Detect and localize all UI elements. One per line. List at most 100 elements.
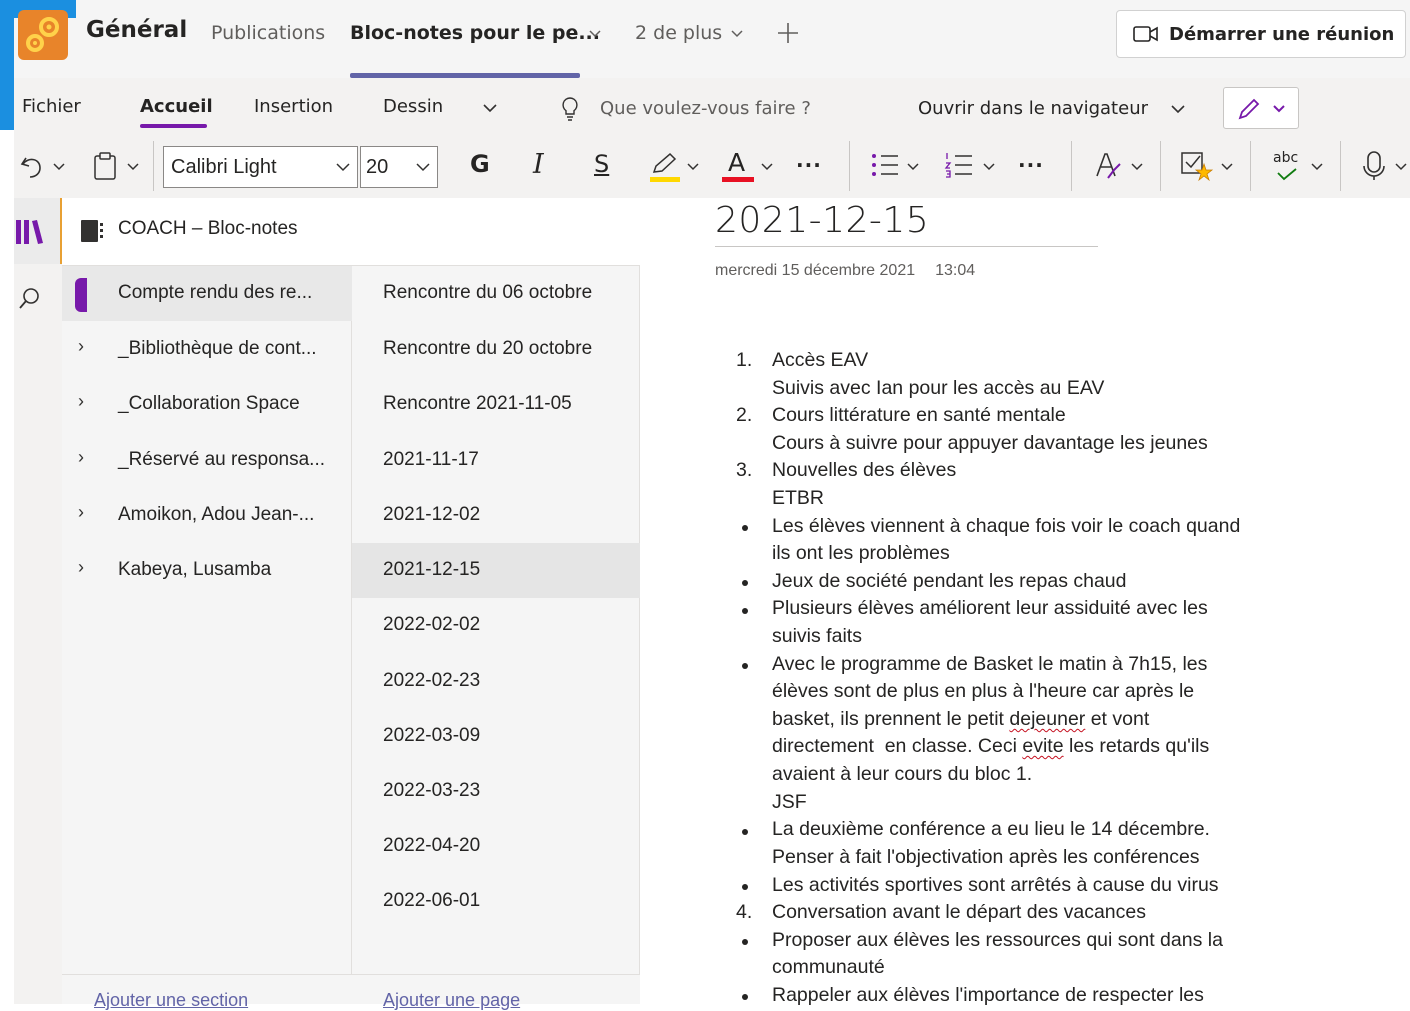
note-line[interactable]: Les activités sportives sont arrêtés à c… (772, 874, 1219, 897)
chevron-down-icon[interactable] (1394, 162, 1408, 172)
section-item[interactable]: Compte rendu des re... (62, 266, 352, 321)
section-group-item[interactable]: › _Réservé au responsa... (62, 433, 352, 488)
page-item[interactable]: 2022-03-23 (352, 764, 640, 819)
note-line[interactable]: Cours littérature en santé mentale (772, 404, 1066, 427)
page-item[interactable]: 2022-02-23 (352, 654, 640, 709)
tab-more[interactable]: 2 de plus (635, 22, 722, 44)
start-meeting-button[interactable]: Démarrer une réunion (1116, 10, 1406, 58)
spelling-check-button[interactable]: abc (1273, 150, 1298, 166)
italic-button[interactable]: I (533, 149, 544, 180)
tag-checkbox-star-icon[interactable] (1180, 150, 1214, 182)
note-line[interactable]: Avec le programme de Basket le matin à 7… (772, 653, 1207, 676)
tab-file[interactable]: Fichier (22, 96, 81, 117)
add-page-link[interactable]: Ajouter une page (383, 990, 520, 1011)
page-item[interactable]: 2022-06-01 (352, 874, 640, 929)
styles-icon[interactable] (1094, 150, 1124, 182)
font-color-button[interactable]: A (728, 148, 745, 177)
note-line[interactable]: Plusieurs élèves améliorent leur assidui… (772, 597, 1208, 620)
chevron-down-icon[interactable] (730, 29, 744, 39)
section-group-item[interactable]: › _Bibliothèque de cont... (62, 322, 352, 377)
chevron-down-icon[interactable] (1130, 162, 1144, 172)
chevron-down-icon[interactable] (1310, 162, 1324, 172)
notebooks-button[interactable] (14, 198, 62, 264)
section-group-item[interactable]: › Amoikon, Adou Jean-... (62, 488, 352, 543)
more-font-options-button[interactable]: ··· (796, 153, 822, 177)
note-line[interactable]: JSF (772, 791, 807, 814)
note-line[interactable]: Penser à fait l'objectivation après les … (772, 846, 1200, 869)
add-section-link[interactable]: Ajouter une section (94, 990, 248, 1011)
microphone-dictate-icon[interactable] (1362, 150, 1386, 182)
window-accent (0, 0, 14, 130)
page-item[interactable]: Rencontre du 06 octobre (352, 266, 640, 321)
chevron-right-icon[interactable]: › (78, 447, 84, 468)
team-gear-icon[interactable] (18, 10, 68, 60)
editing-mode-button[interactable] (1223, 87, 1299, 129)
misspelled-word[interactable]: dejeuner (1009, 708, 1085, 730)
page-title[interactable]: 2021-12-15 (715, 200, 929, 241)
chevron-down-icon[interactable] (1170, 104, 1186, 114)
note-line[interactable]: Les élèves viennent à chaque fois voir l… (772, 515, 1240, 538)
lightbulb-icon (560, 96, 580, 122)
more-tabs-chevron-icon[interactable] (482, 103, 498, 113)
underline-button[interactable]: S (594, 150, 609, 178)
chevron-down-icon[interactable] (588, 29, 602, 39)
font-size-select[interactable]: 20 (360, 146, 438, 188)
section-label: Compte rendu des re... (118, 282, 313, 303)
undo-icon[interactable] (18, 152, 46, 180)
note-line[interactable]: élèves sont de plus en plus à l'heure ca… (772, 680, 1194, 703)
chevron-down-icon[interactable] (52, 162, 66, 172)
page-item[interactable]: Rencontre 2021-11-05 (352, 377, 640, 432)
tab-publications[interactable]: Publications (211, 22, 325, 44)
clipboard-paste-icon[interactable] (92, 151, 118, 181)
note-line[interactable]: ils ont les problèmes (772, 542, 950, 565)
note-line[interactable]: Cours à suivre pour appuyer davantage le… (772, 432, 1208, 455)
page-item[interactable]: Rencontre du 20 octobre (352, 322, 640, 377)
tab-insert[interactable]: Insertion (254, 96, 333, 117)
note-line[interactable]: Conversation avant le départ des vacance… (772, 901, 1146, 924)
note-line[interactable]: avaient à leur cours du bloc 1. (772, 763, 1032, 786)
note-line[interactable]: Proposer aux élèves les ressources qui s… (772, 929, 1223, 952)
tab-notebook[interactable]: Bloc-notes pour le pe... (350, 22, 600, 44)
chevron-right-icon[interactable]: › (78, 502, 84, 523)
numbered-list-icon[interactable] (944, 151, 974, 179)
page-item[interactable]: 2021-12-02 (352, 488, 640, 543)
chevron-right-icon[interactable]: › (78, 557, 84, 578)
note-line[interactable]: directement en classe. Ceci evite les re… (772, 735, 1209, 758)
chevron-down-icon[interactable] (126, 162, 140, 172)
more-paragraph-options-button[interactable]: ··· (1018, 153, 1044, 177)
page-item[interactable]: 2022-03-09 (352, 709, 640, 764)
misspelled-word[interactable]: evite (1022, 735, 1063, 757)
chevron-right-icon[interactable]: › (78, 336, 84, 357)
search-icon[interactable] (18, 286, 42, 310)
tab-home[interactable]: Accueil (140, 96, 213, 117)
tell-me-search[interactable]: Que voulez-vous faire ? (600, 98, 811, 119)
chevron-down-icon[interactable] (982, 162, 996, 172)
open-in-browser-button[interactable]: Ouvrir dans le navigateur (918, 98, 1148, 119)
section-group-item[interactable]: › Kabeya, Lusamba (62, 543, 352, 598)
font-name-select[interactable]: Calibri Light (163, 146, 358, 188)
note-line[interactable]: Suivis avec Ian pour les accès au EAV (772, 377, 1104, 400)
note-line[interactable]: communauté (772, 956, 885, 979)
note-line[interactable]: ETBR (772, 487, 824, 510)
tab-draw[interactable]: Dessin (383, 96, 443, 117)
highlighter-icon[interactable] (648, 150, 682, 184)
chevron-down-icon[interactable] (760, 162, 774, 172)
note-line[interactable]: Nouvelles des élèves (772, 459, 956, 482)
page-item[interactable]: 2022-02-02 (352, 598, 640, 653)
section-group-item[interactable]: › _Collaboration Space (62, 377, 352, 432)
bold-button[interactable]: G (470, 150, 490, 178)
page-item[interactable]: 2021-11-17 (352, 433, 640, 488)
chevron-down-icon[interactable] (1220, 162, 1234, 172)
note-line[interactable]: Jeux de société pendant les repas chaud (772, 570, 1127, 593)
page-item-selected[interactable]: 2021-12-15 (352, 543, 640, 598)
note-line[interactable]: Accès EAV (772, 349, 868, 372)
note-line[interactable]: suivis faits (772, 625, 862, 648)
chevron-right-icon[interactable]: › (78, 391, 84, 412)
note-line[interactable]: La deuxième conférence a eu lieu le 14 d… (772, 818, 1210, 841)
bullet-list-icon[interactable] (870, 151, 900, 179)
page-item[interactable]: 2022-04-20 (352, 819, 640, 874)
note-line[interactable]: basket, ils prennent le petit dejeuner e… (772, 708, 1149, 731)
add-tab-plus-icon[interactable] (776, 21, 800, 45)
chevron-down-icon[interactable] (686, 162, 700, 172)
chevron-down-icon[interactable] (906, 162, 920, 172)
